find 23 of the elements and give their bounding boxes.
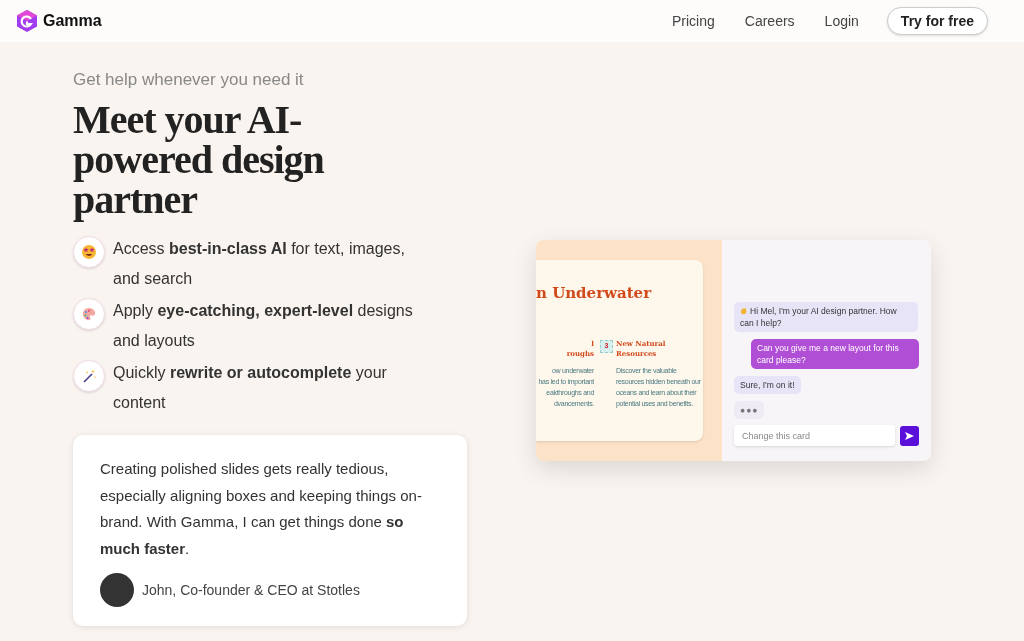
brand-name[interactable]: Gamma [43,9,102,33]
testimonial-quote: Creating polished slides gets really tedious, especially aligning boxes and keeping things on-brand. With Gamma, I can get things done so much faster. [100,459,422,559]
nav-link[interactable]: Careers [744,10,795,32]
avatar [100,573,134,607]
chat-message: Can you give me a new layout for this card please? [751,339,919,369]
nav-link[interactable]: Pricing [672,10,715,32]
nav-link[interactable]: Login [824,10,859,32]
chat-input-field[interactable]: Change this card [734,425,895,446]
send-icon [905,431,914,440]
hero-heading: Meet your AI-powered design partner [73,100,325,220]
testimonial-author: John, Co-founder & CEO at Stotles [142,580,360,600]
typing-indicator: ●●● [734,401,765,419]
logo-icon [16,9,38,33]
slide-title: n Underwater [536,283,653,304]
palette-icon [81,306,97,322]
chat-message: Hi Mel, I'm your AI design partner. How can I help? [734,302,918,332]
eyebrow-text: Get help whenever you need it [73,69,305,91]
star-eyes-face-icon [81,244,97,260]
magic-wand-icon [81,368,97,384]
chat-message: Sure, I'm on it! [734,376,801,394]
try-for-free-button[interactable]: Try for free [886,7,988,35]
send-button[interactable] [900,425,919,446]
feature-text: Quickly rewrite or autocomplete your content [113,363,388,413]
